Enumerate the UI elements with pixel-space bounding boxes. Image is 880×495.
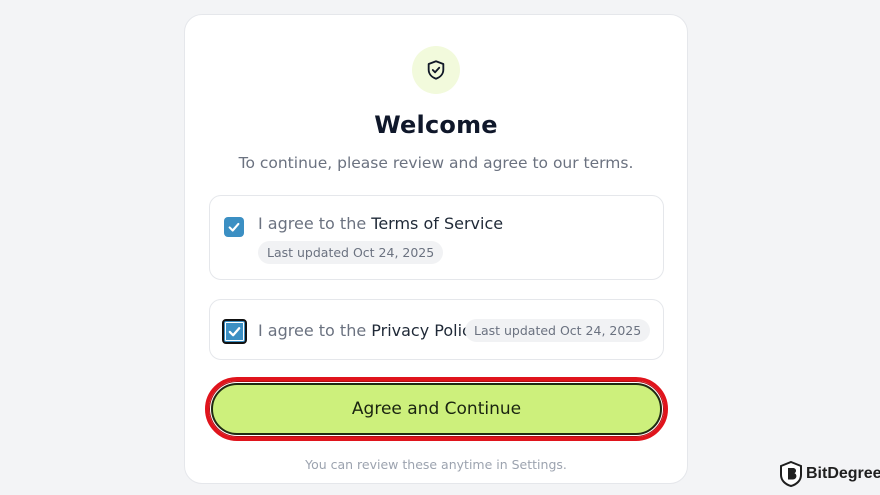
- terms-of-service-label[interactable]: I agree to the Terms of Service: [258, 214, 503, 233]
- bitdegree-logo-icon: [780, 461, 802, 487]
- dialog-title: Welcome: [374, 111, 498, 139]
- dialog-subtitle: To continue, please review and agree to …: [238, 154, 634, 172]
- privacy-policy-checkbox[interactable]: [222, 319, 247, 344]
- terms-of-service-option[interactable]: I agree to the Terms of Service Last upd…: [209, 195, 664, 280]
- checkmark-icon: [228, 327, 241, 337]
- settings-footnote: You can review these anytime in Settings…: [305, 457, 567, 472]
- bitdegree-watermark: BitDegree: [780, 461, 880, 487]
- privacy-policy-prefix: I agree to the: [258, 321, 372, 340]
- bitdegree-wordmark: BitDegree: [806, 465, 880, 482]
- terms-of-service-updated-badge: Last updated Oct 24, 2025: [258, 241, 444, 264]
- terms-of-service-checkbox[interactable]: [224, 217, 244, 237]
- privacy-policy-updated-badge: Last updated Oct 24, 2025: [465, 319, 651, 342]
- privacy-policy-option[interactable]: I agree to the Privacy Policy Last updat…: [209, 299, 664, 360]
- privacy-policy-name: Privacy Policy: [371, 321, 481, 340]
- shield-check-icon: [412, 46, 460, 94]
- terms-of-service-prefix: I agree to the: [258, 214, 372, 233]
- agree-and-continue-button[interactable]: Agree and Continue: [211, 383, 662, 435]
- privacy-policy-label[interactable]: I agree to the Privacy Policy: [258, 321, 480, 340]
- checkmark-icon: [228, 222, 240, 232]
- terms-of-service-name: Terms of Service: [371, 214, 504, 233]
